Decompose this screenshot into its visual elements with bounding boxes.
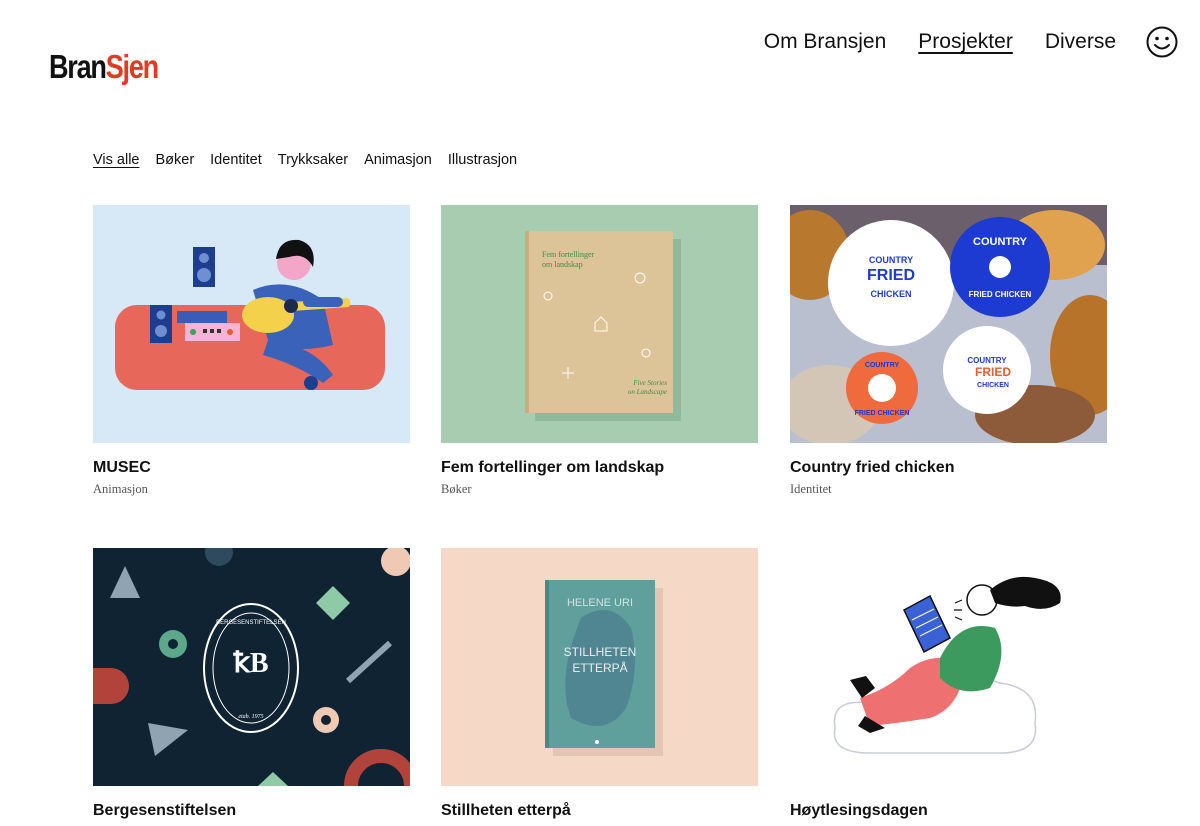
project-title[interactable]: Country fried chicken (790, 459, 1107, 477)
project-thumbnail[interactable]: BERGESENSTIFTELSEN ꝁB etab. 1975 (93, 548, 410, 786)
filter-vis-alle[interactable]: Vis alle (93, 152, 139, 168)
reading-illustration (790, 548, 1107, 786)
svg-text:COUNTRY: COUNTRY (967, 356, 1007, 365)
project-thumbnail[interactable]: HELENE URI STILLHETEN ETTERPÅ (441, 548, 758, 786)
cover-title-line: Fem fortellinger (542, 250, 595, 259)
svg-text:CHICKEN: CHICKEN (977, 382, 1009, 389)
project-card-hoytlesingsdagen[interactable]: Høytlesingsdagen (790, 548, 1107, 820)
svg-text:STILLHETEN: STILLHETEN (564, 645, 637, 659)
svg-text:BERGESENSTIFTELSEN: BERGESENSTIFTELSEN (216, 620, 286, 626)
nav-om-bransjen[interactable]: Om Bransjen (764, 30, 887, 54)
project-thumbnail[interactable] (790, 548, 1107, 786)
project-category: Animasjon (93, 482, 148, 496)
project-category: Bøker (441, 482, 472, 496)
site-logo[interactable]: BranSjen (49, 48, 159, 85)
svg-text:COUNTRY: COUNTRY (973, 236, 1028, 248)
svg-text:on Landscape: on Landscape (628, 388, 667, 396)
musec-illustration (93, 205, 410, 443)
project-category: Identitet (790, 482, 832, 496)
project-title[interactable]: Bergesenstiftelsen (93, 802, 410, 820)
svg-text:etab. 1975: etab. 1975 (238, 714, 263, 720)
sticker-photo: FRIED COUNTRY CHICKEN COUNTRY FRIED CHIC… (790, 205, 1107, 443)
project-thumbnail[interactable]: FRIED COUNTRY CHICKEN COUNTRY FRIED CHIC… (790, 205, 1107, 443)
filter-animasjon[interactable]: Animasjon (364, 152, 432, 168)
project-card-country-fried-chicken[interactable]: FRIED COUNTRY CHICKEN COUNTRY FRIED CHIC… (790, 205, 1107, 497)
filter-identitet[interactable]: Identitet (210, 152, 262, 168)
project-card-stillheten-etterpa[interactable]: HELENE URI STILLHETEN ETTERPÅ Stillheten… (441, 548, 758, 820)
nav-diverse[interactable]: Diverse (1045, 30, 1116, 54)
nav-prosjekter[interactable]: Prosjekter (918, 30, 1013, 54)
svg-text:COUNTRY: COUNTRY (869, 255, 913, 265)
svg-text:CHICKEN: CHICKEN (870, 289, 911, 299)
svg-text:COUNTRY: COUNTRY (865, 362, 900, 369)
main-nav: Om Bransjen Prosjekter Diverse (732, 26, 1178, 58)
project-title[interactable]: MUSEC (93, 459, 410, 477)
logo-part-2: Sjen (105, 48, 159, 85)
svg-text:FRIED CHICKEN: FRIED CHICKEN (855, 410, 910, 417)
cover-title-line: om landskap (542, 260, 583, 269)
svg-text:FRIED CHICKEN: FRIED CHICKEN (969, 290, 1032, 299)
project-thumbnail[interactable] (93, 205, 410, 443)
project-thumbnail[interactable]: Fem fortellinger om landskap Five Storie… (441, 205, 758, 443)
filter-boker[interactable]: Bøker (155, 152, 194, 168)
project-title[interactable]: Høytlesingsdagen (790, 802, 1107, 820)
svg-text:FRIED: FRIED (975, 365, 1011, 379)
filter-illustrasjon[interactable]: Illustrasjon (448, 152, 517, 168)
book-cover-photo: Fem fortellinger om landskap Five Storie… (441, 205, 758, 443)
identity-pattern: BERGESENSTIFTELSEN ꝁB etab. 1975 (93, 548, 410, 786)
book-cover-photo: HELENE URI STILLHETEN ETTERPÅ (441, 548, 758, 786)
svg-text:ꝁB: ꝁB (233, 648, 269, 679)
project-title[interactable]: Stillheten etterpå (441, 802, 758, 820)
project-title[interactable]: Fem fortellinger om landskap (441, 459, 758, 477)
logo-part-1: Bran (49, 48, 107, 85)
filter-trykksaker[interactable]: Trykksaker (278, 152, 348, 168)
svg-text:Five Stories: Five Stories (632, 379, 667, 387)
svg-text:FRIED: FRIED (867, 267, 915, 284)
category-filters: Vis alle Bøker Identitet Trykksaker Anim… (93, 152, 533, 168)
project-card-fem-fortellinger[interactable]: Fem fortellinger om landskap Five Storie… (441, 205, 758, 497)
project-card-musec[interactable]: MUSEC Animasjon (93, 205, 410, 497)
project-card-bergesenstiftelsen[interactable]: BERGESENSTIFTELSEN ꝁB etab. 1975 Bergese… (93, 548, 410, 820)
svg-text:HELENE URI: HELENE URI (567, 597, 633, 609)
svg-text:ETTERPÅ: ETTERPÅ (572, 660, 627, 675)
smiley-icon[interactable] (1146, 26, 1178, 58)
